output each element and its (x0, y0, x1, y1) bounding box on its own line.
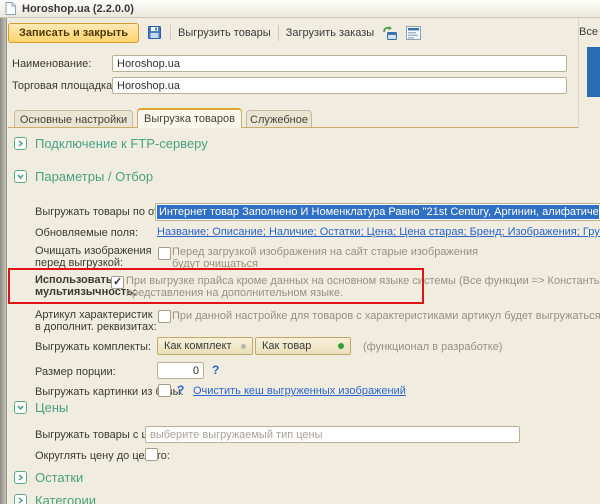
option-label: Как товар (262, 340, 311, 352)
title-bar: Horoshop.ua (2.2.0.0) (0, 0, 600, 18)
updated-fields-link[interactable]: Название; Описание; Наличие; Остатки; Це… (157, 226, 600, 238)
all-actions-button[interactable]: Все д (579, 26, 600, 38)
chevron-down-icon[interactable] (14, 170, 27, 183)
clear-image-cache-link[interactable]: Очистить кеш выгруженных изображений (193, 385, 406, 397)
portion-input[interactable] (157, 362, 204, 379)
app-window: Horoshop.ua (2.2.0.0) Все д Записать и з… (0, 0, 600, 504)
name-input[interactable] (112, 55, 567, 72)
bundles-label: Выгружать комплекты: (35, 341, 151, 353)
section-label: Категории (35, 493, 96, 504)
document-icon (5, 2, 16, 15)
bundles-switch: Как комплект Как товар (157, 337, 351, 355)
section-ftp-connection[interactable]: Подключение к FTP-серверу (14, 136, 208, 151)
chevron-right-icon[interactable] (14, 471, 27, 484)
chevron-right-icon[interactable] (14, 137, 27, 150)
option-label: Как комплект (164, 340, 231, 352)
section-prices[interactable]: Цены (14, 400, 68, 415)
left-window-edge (0, 18, 7, 504)
tab-service[interactable]: Служебное (246, 110, 312, 128)
background-panel-fragment (587, 47, 600, 97)
radio-off-icon (241, 344, 246, 349)
sku-hint: При данной настройке для товаров с харак… (172, 310, 600, 322)
upload-products-button[interactable]: Выгрузить товары (178, 27, 271, 39)
clear-images-checkbox[interactable] (158, 247, 171, 260)
updated-fields-label: Обновляемые поля: (35, 227, 138, 239)
platform-input[interactable] (112, 77, 567, 94)
sku-checkbox[interactable] (158, 310, 171, 323)
load-orders-button[interactable]: Загрузить заказы (286, 27, 374, 39)
tab-strip-underline (8, 127, 578, 128)
section-label: Цены (35, 400, 68, 415)
section-stock[interactable]: Остатки (14, 470, 83, 485)
radio-on-icon (338, 343, 344, 349)
command-bar: Записать и закрыть Выгрузить товары Загр… (8, 20, 576, 45)
tab-main-settings[interactable]: Основные настройки (14, 110, 133, 128)
report-form-icon[interactable] (405, 24, 422, 41)
round-price-checkbox[interactable] (145, 448, 158, 461)
name-label: Наименование: (12, 58, 91, 70)
window-title: Horoshop.ua (2.2.0.0) (22, 3, 134, 15)
price-type-input[interactable] (145, 426, 520, 443)
clear-images-label-line1: Очищать изображения (35, 245, 152, 257)
multilang-hint-line1: При выгрузке прайса кроме данных на осно… (126, 275, 600, 287)
section-label: Параметры / Отбор (35, 169, 153, 184)
filter-input[interactable]: Интернет товар Заполнено И Номенклатура … (155, 203, 600, 221)
section-params-filter[interactable]: Параметры / Отбор (14, 169, 153, 184)
sku-label-line1: Артикул характеристик (35, 309, 153, 321)
tab-product-export[interactable]: Выгрузка товаров (137, 108, 242, 128)
section-categories[interactable]: Категории (14, 493, 96, 504)
bundles-option-as-bundle[interactable]: Как комплект (157, 337, 253, 355)
save-and-close-button[interactable]: Записать и закрыть (8, 23, 139, 43)
pictures-help[interactable]: ? (177, 383, 184, 397)
clear-images-label-line2: перед выгрузкой: (35, 257, 123, 269)
clear-images-hint-line2: будут очищаться (172, 258, 258, 270)
bundles-note: (функционал в разработке) (363, 341, 502, 353)
chevron-down-icon[interactable] (14, 401, 27, 414)
toolbar-separator (278, 25, 279, 41)
multilang-checkbox[interactable] (111, 276, 124, 289)
sku-label-line2: в дополнит. реквизитах: (35, 321, 157, 333)
portion-label: Размер порции: (35, 366, 116, 378)
toolbar-separator (170, 25, 171, 41)
save-icon[interactable] (146, 24, 163, 41)
chevron-right-icon[interactable] (14, 494, 27, 504)
pictures-checkbox[interactable] (158, 384, 171, 397)
multilang-hint-line2: представления на дополнительном языке. (126, 287, 343, 299)
section-label: Подключение к FTP-серверу (35, 136, 208, 151)
bundles-option-as-product[interactable]: Как товар (255, 337, 351, 355)
platform-label: Торговая площадка: (12, 80, 115, 92)
multilang-label-line1: Использовать (35, 274, 113, 286)
section-label: Остатки (35, 470, 83, 485)
clear-images-hint-line1: Перед загрузкой изображения на сайт стар… (172, 246, 478, 258)
sync-exchange-icon[interactable] (381, 24, 398, 41)
portion-help[interactable]: ? (212, 363, 219, 377)
filter-selected-text: Интернет товар Заполнено И Номенклатура … (157, 205, 599, 219)
